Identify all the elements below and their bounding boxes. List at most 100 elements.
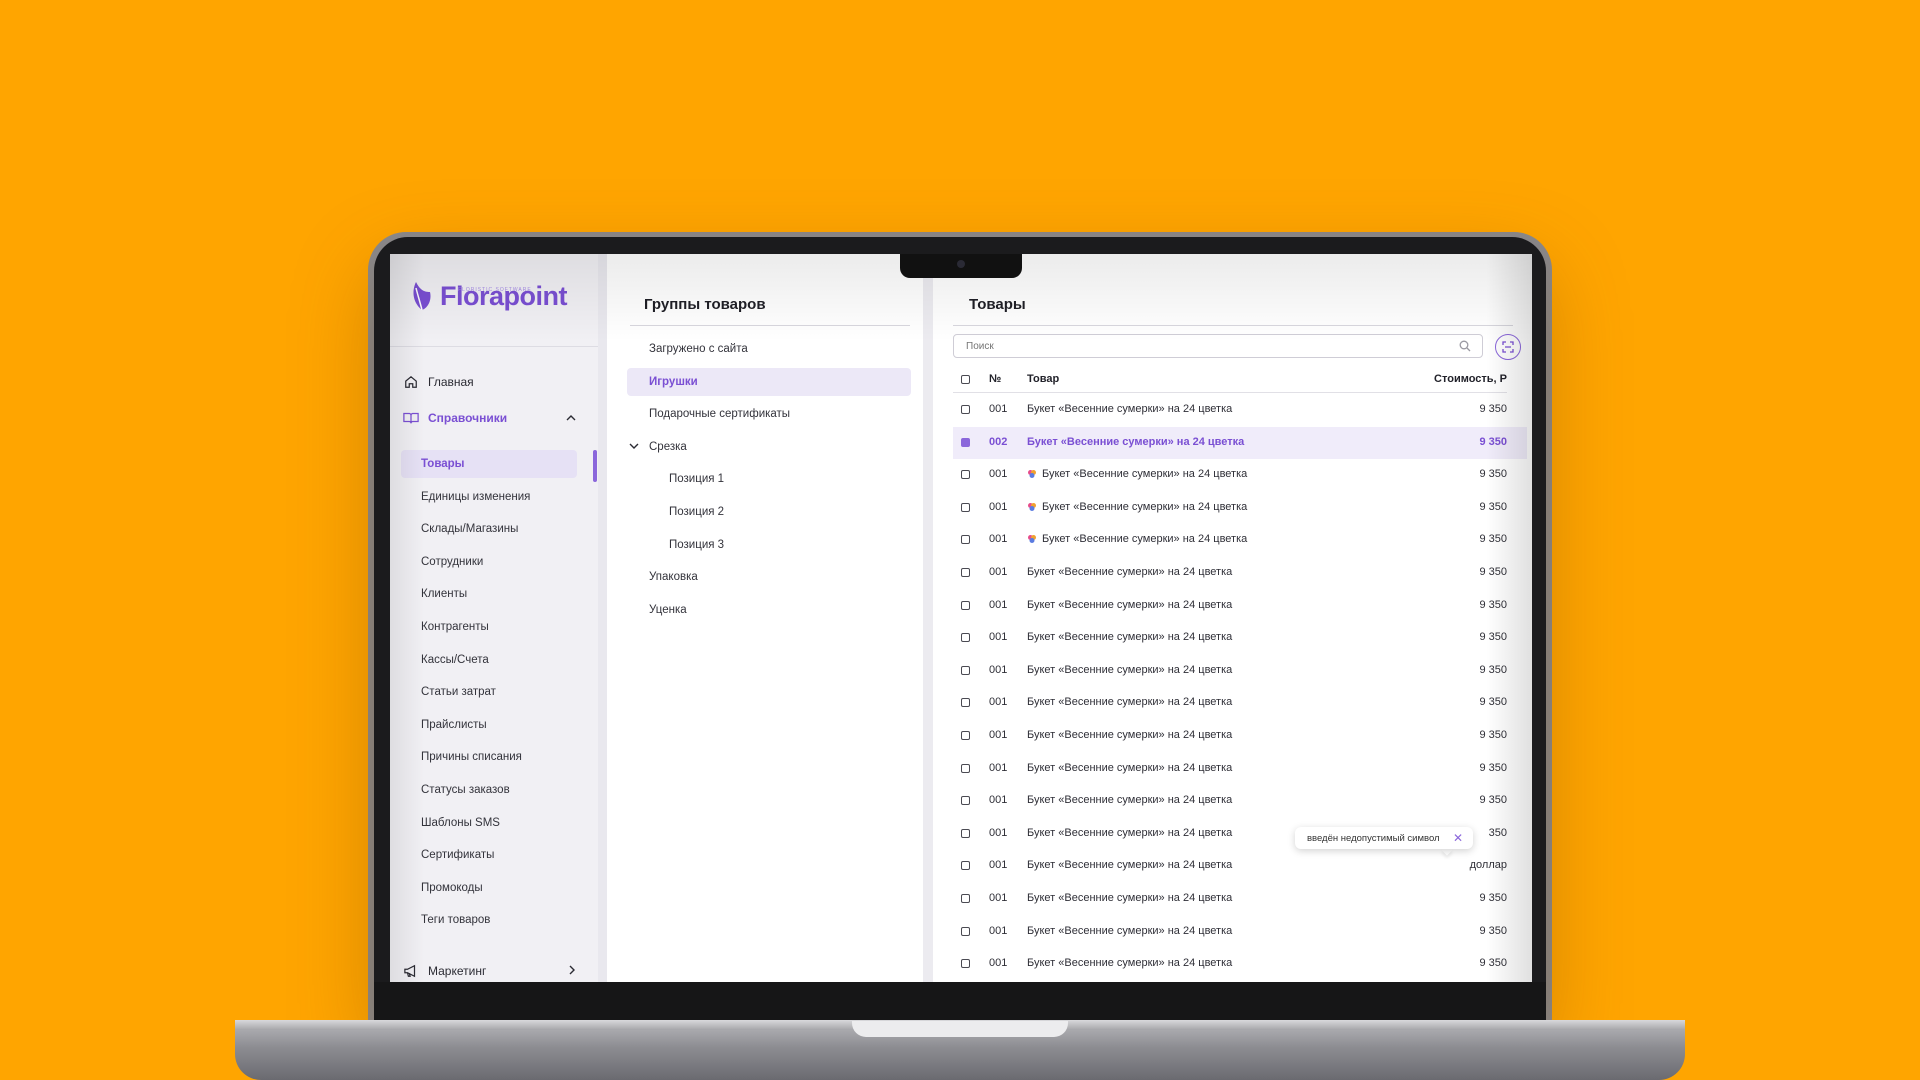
sidebar-subitem[interactable]: Статьи затрат	[401, 678, 577, 706]
row-checkbox[interactable]	[961, 665, 970, 675]
sidebar-subitem[interactable]: Товары	[401, 450, 577, 478]
sidebar-subitem[interactable]: Теги товаров	[401, 906, 577, 934]
sidebar-subitem[interactable]: Статусы заказов	[401, 776, 577, 804]
nav-item-marketing[interactable]: Маркетинг	[400, 957, 580, 982]
products-title: Товары	[969, 296, 1026, 313]
chevron-down-icon[interactable]	[629, 441, 639, 453]
table-row[interactable]: 001 Букет «Весенние сумерки» на 24 цветка…	[953, 883, 1527, 915]
chevron-right-icon[interactable]	[568, 964, 576, 978]
row-checkbox[interactable]	[961, 894, 970, 903]
row-product: Букет «Весенние сумерки» на 24 цветка	[1027, 794, 1232, 806]
table-row[interactable]: 001 Букет «Весенние сумерки» на 24 цветка…	[953, 524, 1527, 556]
table-row[interactable]: 001 Букет «Весенние сумерки» на 24 цветка…	[953, 459, 1527, 491]
table-row[interactable]: 002 Букет «Весенние сумерки» на 24 цветка…	[953, 426, 1527, 459]
group-item[interactable]: Упаковка	[627, 563, 911, 591]
row-number: 001	[989, 957, 1008, 970]
table-row[interactable]: 001 Букет «Весенние сумерки» на 24 цветка…	[953, 916, 1527, 948]
table-row[interactable]: 001 Букет «Весенние сумерки» на 24 цветка…	[953, 753, 1527, 785]
products-divider	[953, 325, 1513, 326]
logo[interactable]: Florapoint	[410, 280, 567, 312]
sidebar-subitem[interactable]: Клиенты	[401, 580, 577, 608]
group-item[interactable]: Позиция 3	[627, 531, 911, 559]
table-row[interactable]: 001 Букет «Весенние сумерки» на 24 цветка…	[953, 785, 1527, 817]
row-number: 001	[989, 924, 1008, 937]
nav-item-home[interactable]: Главная	[400, 368, 580, 396]
row-number: 002	[989, 435, 1008, 448]
row-checkbox[interactable]	[961, 796, 970, 806]
row-checkbox[interactable]	[961, 959, 970, 969]
row-checkbox[interactable]	[961, 437, 970, 447]
sidebar-subitem-label: Прайслисты	[421, 718, 487, 731]
tooltip-text: введён недопустимый символ	[1307, 832, 1440, 844]
row-checkbox[interactable]	[961, 731, 970, 740]
sidebar-subitem[interactable]: Кассы/Счета	[401, 646, 577, 674]
row-checkbox[interactable]	[961, 926, 970, 936]
row-product: Букет «Весенние сумерки» на 24 цветка	[1027, 533, 1247, 545]
group-item[interactable]: Позиция 1	[627, 465, 911, 493]
row-checkbox[interactable]	[961, 600, 970, 610]
logo-text: Florapoint	[440, 280, 567, 311]
sidebar-subitem[interactable]: Контрагенты	[401, 613, 577, 641]
row-product: Букет «Весенние сумерки» на 24 цветка	[1027, 599, 1232, 611]
nav-item-references[interactable]: Справочники	[400, 404, 580, 432]
row-product: Букет «Весенние сумерки» на 24 цветка	[1027, 957, 1232, 969]
nav-item-references-label: Справочники	[428, 411, 508, 425]
row-product: Букет «Весенние сумерки» на 24 цветка	[1027, 436, 1244, 448]
search-icon[interactable]	[1459, 339, 1471, 357]
row-checkbox[interactable]	[961, 405, 970, 414]
group-item[interactable]: Уценка	[627, 596, 911, 624]
sidebar-subitem-label: Сотрудники	[421, 555, 484, 568]
row-checkbox[interactable]	[961, 470, 970, 480]
table-row[interactable]: 001 Букет «Весенние сумерки» на 24 цветка…	[953, 655, 1527, 687]
row-checkbox[interactable]	[961, 502, 970, 512]
table-row[interactable]: 001 Букет «Весенние сумерки» на 24 цветка…	[953, 622, 1527, 654]
row-number: 001	[989, 794, 1008, 807]
column-price[interactable]: Стоимость, Р	[1403, 373, 1507, 385]
sidebar-subitem[interactable]: Шаблоны SMS	[401, 809, 577, 837]
sidebar-subitem-label: Склады/Магазины	[421, 523, 519, 536]
sidebar-subitem[interactable]: Причины списания	[401, 743, 577, 771]
table-row[interactable]: 001 Букет «Весенние сумерки» на 24 цветка…	[953, 492, 1527, 524]
row-product-name: Букет «Весенние сумерки» на 24 цветка	[1027, 598, 1233, 611]
table-row[interactable]: 001 Букет «Весенние сумерки» на 24 цветка…	[953, 850, 1527, 882]
close-icon[interactable]: ✕	[1453, 831, 1463, 845]
row-product: Букет «Весенние сумерки» на 24 цветка	[1027, 925, 1232, 937]
table-row[interactable]: 001 Букет «Весенние сумерки» на 24 цветка…	[953, 720, 1527, 752]
table-row[interactable]: 001 Букет «Весенние сумерки» на 24 цветка…	[953, 557, 1527, 589]
row-number: 001	[989, 696, 1008, 709]
sidebar-subitem[interactable]: Сотрудники	[401, 548, 577, 576]
table-row[interactable]: 001 Букет «Весенние сумерки» на 24 цветка…	[953, 687, 1527, 719]
column-number[interactable]: №	[989, 373, 1001, 385]
group-item[interactable]: Игрушки	[627, 367, 911, 396]
group-item[interactable]: Загружено с сайта	[627, 335, 911, 363]
sidebar-subitem[interactable]: Промокоды	[401, 874, 577, 902]
table-row[interactable]: 001 Букет «Весенние сумерки» на 24 цветка…	[953, 948, 1527, 980]
sidebar-subitem-label: Теги товаров	[421, 914, 491, 927]
sidebar-subitem[interactable]: Единицы изменения	[401, 483, 577, 511]
group-item[interactable]: Срезка	[627, 433, 911, 461]
column-gap	[923, 254, 933, 982]
sidebar-subitem[interactable]: Склады/Магазины	[401, 515, 577, 543]
row-checkbox[interactable]	[961, 535, 970, 545]
row-checkbox[interactable]	[961, 698, 970, 708]
row-checkbox[interactable]	[961, 633, 970, 643]
column-product[interactable]: Товар	[1027, 373, 1059, 385]
sidebar-subitem-label: Статьи затрат	[421, 686, 496, 699]
row-product-name: Букет «Весенние сумерки» на 24 цветка	[1027, 924, 1233, 937]
scan-button[interactable]	[1495, 334, 1521, 360]
sidebar-subitem[interactable]: Сертификаты	[401, 841, 577, 869]
row-checkbox[interactable]	[961, 828, 970, 838]
table-row[interactable]: 001 Букет «Весенние сумерки» на 24 цветка…	[953, 590, 1527, 622]
sidebar-subitem-label: Клиенты	[421, 588, 468, 601]
group-item[interactable]: Подарочные сертификаты	[627, 400, 911, 428]
row-checkbox[interactable]	[961, 568, 970, 577]
row-checkbox[interactable]	[961, 861, 970, 871]
table-row[interactable]: 001 Букет «Весенние сумерки» на 24 цветка…	[953, 394, 1527, 426]
sidebar-subitem[interactable]: Прайслисты	[401, 711, 577, 739]
chevron-up-icon[interactable]	[566, 411, 576, 425]
select-all-checkbox[interactable]	[961, 375, 970, 384]
row-checkbox[interactable]	[961, 763, 970, 773]
search-input[interactable]	[953, 334, 1483, 358]
group-item[interactable]: Позиция 2	[627, 498, 911, 526]
row-number: 001	[989, 533, 1008, 546]
